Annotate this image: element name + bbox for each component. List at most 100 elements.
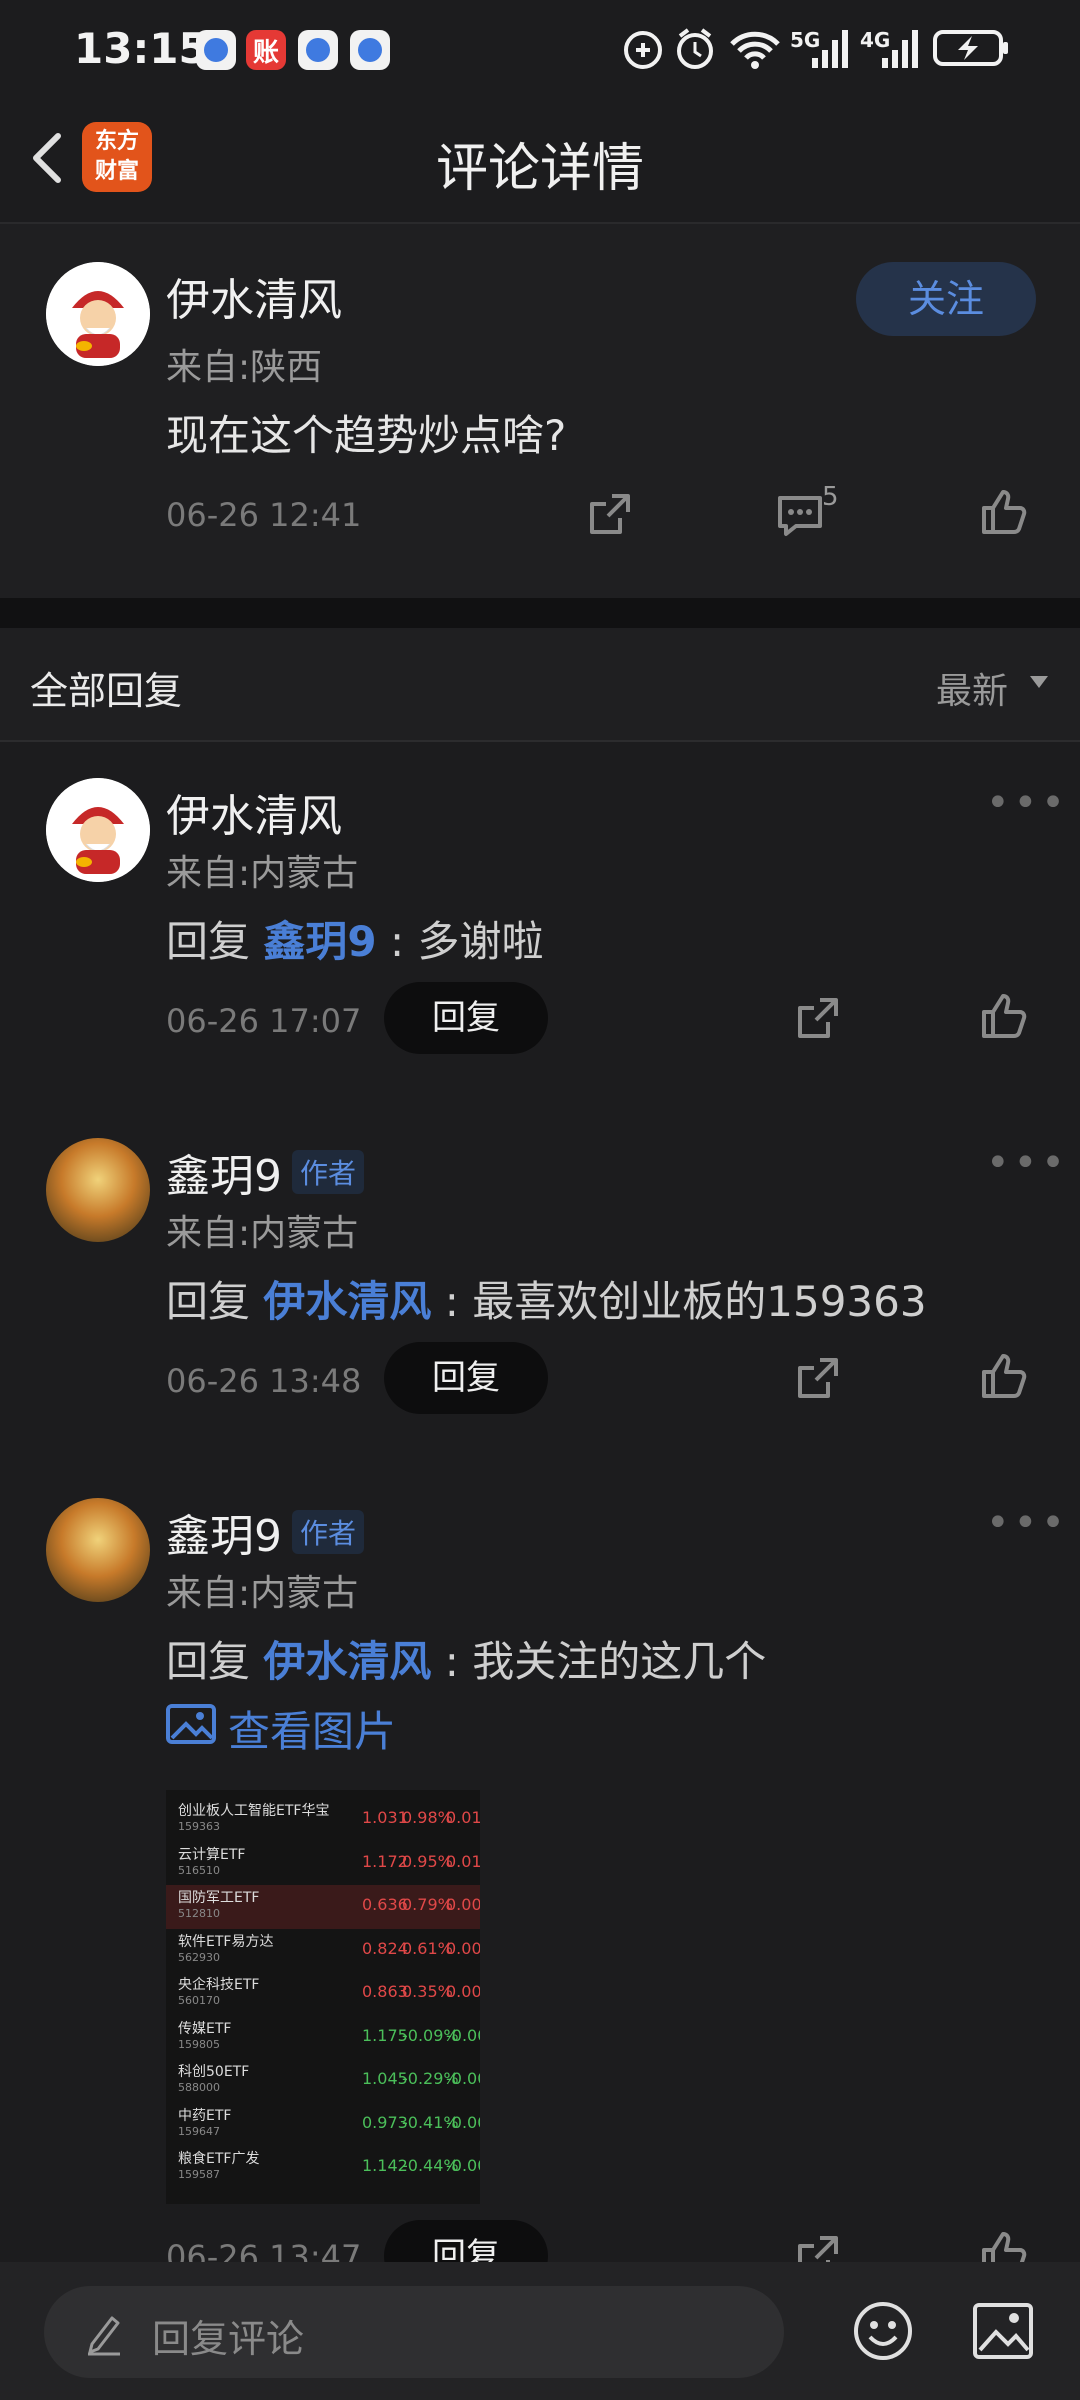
etf-code: 588000: [178, 2081, 220, 2094]
etf-row: 云计算ETF5165101.1720.95%0.011: [166, 1842, 480, 1886]
reply-target-user[interactable]: 伊水清风: [263, 1637, 431, 1686]
status-time: 13:15: [74, 24, 208, 73]
post-location: 来自:陕西: [166, 347, 323, 388]
etf-name: 云计算ETF: [178, 1846, 246, 1863]
reply-author-name[interactable]: 鑫玥9: [166, 1140, 282, 1204]
alarm-icon: [674, 24, 716, 72]
all-replies-title: 全部回复: [30, 669, 183, 713]
reply-content: 回复 伊水清风 : 最喜欢创业板的159363: [166, 1268, 927, 1329]
reply-button[interactable]: 回复: [384, 982, 548, 1054]
app-notification-icon: [350, 30, 390, 70]
more-icon[interactable]: •••: [986, 1500, 1069, 1546]
comment-icon[interactable]: [776, 492, 824, 538]
reply-text: : 多谢啦: [389, 917, 544, 966]
share-icon[interactable]: [586, 490, 634, 538]
reply-location: 来自:内蒙古: [166, 853, 359, 894]
reply-prefix: 回复: [166, 1637, 251, 1686]
avatar[interactable]: [46, 1138, 150, 1242]
etf-change: -0.005: [446, 2156, 480, 2175]
etf-code: 562930: [178, 1950, 220, 1964]
battery-charging-icon: [932, 24, 1012, 72]
reply-button[interactable]: 回复: [384, 1342, 548, 1414]
comment-count: 5: [822, 482, 839, 512]
reply-time: 06-26 13:48: [166, 1362, 362, 1400]
reply-time: 06-26 17:07: [166, 1002, 362, 1040]
sort-dropdown[interactable]: 最新: [936, 662, 1008, 714]
app-notification-icon: [298, 30, 338, 70]
more-icon[interactable]: •••: [986, 780, 1069, 826]
reply-text: : 最喜欢创业板的159363: [444, 1277, 927, 1326]
etf-price: 0.824: [362, 1938, 408, 1958]
app-badge-text: 账: [252, 38, 279, 68]
follow-button[interactable]: 关注: [856, 262, 1036, 336]
reply-author-name[interactable]: 鑫玥9: [166, 1500, 282, 1564]
reply-prefix: 回复: [166, 917, 251, 966]
etf-code: 512810: [178, 1907, 220, 1920]
signal-icon: [880, 24, 922, 72]
etf-code: 159805: [178, 2037, 220, 2051]
etf-row: 软件ETF易方达5629300.8240.61%0.005: [166, 1929, 480, 1973]
etf-row: 创业板人工智能ETF华宝1593631.0310.98%0.010: [166, 1798, 480, 1842]
etf-price: 0.973: [362, 2112, 408, 2132]
reply-location: 来自:内蒙古: [166, 1573, 359, 1614]
etf-row: 粮食ETF广发1595871.142-0.44%-0.005: [166, 2146, 480, 2190]
etf-name: 中药ETF: [178, 2107, 232, 2124]
caret-down-icon[interactable]: [1030, 676, 1048, 688]
etf-code: 159363: [178, 1820, 220, 1833]
etf-row: 央企科技ETF5601700.8630.35%0.003: [166, 1972, 480, 2016]
etf-name: 软件ETF易方达: [178, 1933, 274, 1950]
like-icon[interactable]: [980, 1352, 1028, 1400]
author-badge: 作者: [292, 1150, 365, 1194]
emoji-icon[interactable]: [852, 2300, 914, 2362]
etf-change: -0.001: [446, 2025, 480, 2045]
etf-row: 国防军工ETF5128100.6360.79%0.005: [166, 1885, 480, 1929]
etf-name: 央企科技ETF: [178, 1977, 260, 1993]
app-notification-icon: [196, 30, 236, 70]
hd-call-icon: [622, 24, 664, 72]
etf-price: 1.172: [362, 1851, 408, 1871]
signal-icon: [810, 24, 852, 72]
author-badge: 作者: [292, 1510, 365, 1554]
reply-author-name[interactable]: 伊水清风: [166, 780, 342, 844]
etf-name: 粮食ETF广发: [178, 2151, 260, 2167]
like-icon[interactable]: [980, 992, 1028, 1040]
reply-location: 来自:内蒙古: [166, 1213, 359, 1254]
etf-price: 1.045: [362, 2069, 408, 2088]
etf-name: 科创50ETF: [178, 2064, 250, 2080]
avatar[interactable]: [46, 1498, 150, 1602]
etf-change: 0.005: [446, 1895, 480, 1914]
section-separator: [0, 598, 1080, 628]
etf-price: 1.142: [362, 2156, 408, 2175]
share-icon[interactable]: [794, 1354, 842, 1402]
image-upload-icon[interactable]: [972, 2302, 1034, 2360]
etf-screenshot-image[interactable]: 创业板人工智能ETF华宝1593631.0310.98%0.010云计算ETF5…: [166, 1790, 480, 2204]
wifi-icon: [728, 24, 782, 72]
post-author-name[interactable]: 伊水清风: [166, 264, 342, 328]
etf-price: 0.863: [362, 1982, 408, 2001]
avatar[interactable]: [46, 262, 150, 366]
reply-target-user[interactable]: 伊水清风: [263, 1277, 431, 1326]
etf-change: -0.004: [446, 2112, 480, 2132]
share-icon[interactable]: [794, 994, 842, 1042]
etf-name: 国防军工ETF: [178, 1890, 260, 1906]
etf-price: 0.636: [362, 1895, 408, 1914]
more-icon[interactable]: •••: [986, 1140, 1069, 1186]
etf-price: 1.031: [362, 1808, 408, 1827]
reply-text: : 我关注的这几个: [444, 1637, 767, 1686]
avatar[interactable]: [46, 778, 150, 882]
reply-input-placeholder[interactable]: 回复评论: [152, 2308, 304, 2363]
etf-change: 0.010: [446, 1808, 480, 1827]
like-icon[interactable]: [980, 488, 1028, 536]
etf-code: 560170: [178, 1994, 220, 2007]
etf-row: 传媒ETF1598051.175-0.09%-0.001: [166, 2016, 480, 2060]
etf-change: 0.005: [446, 1938, 480, 1958]
reply-target-user[interactable]: 鑫玥9: [263, 917, 376, 966]
etf-code: 516510: [178, 1863, 220, 1877]
image-icon[interactable]: [166, 1704, 216, 1744]
view-image-link[interactable]: 查看图片: [228, 1698, 396, 1759]
reply-content: 回复 伊水清风 : 我关注的这几个: [166, 1628, 766, 1689]
app-notification-icon: 账: [246, 30, 286, 70]
etf-change: 0.011: [446, 1851, 480, 1871]
etf-name: 创业板人工智能ETF华宝: [178, 1803, 330, 1819]
etf-row: 科创50ETF5880001.045-0.29%-0.003: [166, 2059, 480, 2103]
